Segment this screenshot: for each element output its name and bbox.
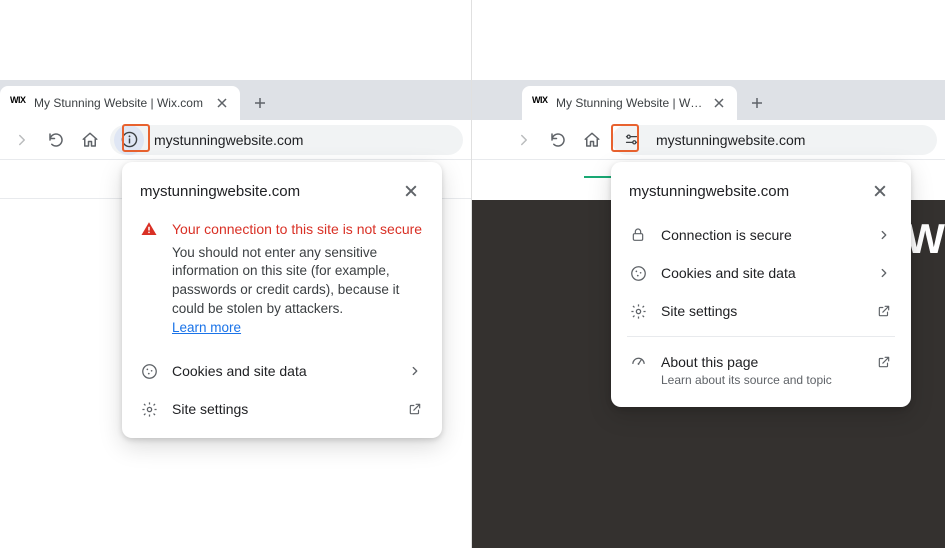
home-button[interactable] [578, 126, 606, 154]
security-warning: Your connection to this site is not secu… [122, 216, 442, 352]
about-label: About this page [661, 354, 861, 370]
open-external-icon [406, 402, 424, 416]
open-external-icon [875, 304, 893, 318]
tab-strip: WIX My Stunning Website | Wix.com [472, 80, 945, 120]
window-right: WIX My Stunning Website | Wix.com [472, 80, 945, 548]
wix-favicon-icon: WIX [532, 95, 548, 111]
gear-icon [629, 302, 647, 320]
learn-more-link[interactable]: Learn more [172, 320, 241, 335]
close-popup-button[interactable] [867, 178, 893, 204]
close-tab-button[interactable] [214, 95, 230, 111]
cookie-icon [140, 362, 158, 380]
wix-logo-fragment: W [905, 215, 945, 263]
site-info-button[interactable] [114, 125, 144, 155]
url-text: mystunningwebsite.com [656, 132, 805, 148]
tab-title: My Stunning Website | Wix.com [34, 96, 206, 110]
site-info-popup: mystunningwebsite.com Connection is secu… [611, 162, 911, 407]
warning-triangle-icon [140, 220, 158, 338]
site-settings-label: Site settings [661, 303, 861, 319]
forward-button[interactable] [510, 126, 538, 154]
close-popup-button[interactable] [398, 178, 424, 204]
cookies-row[interactable]: Cookies and site data [611, 254, 911, 292]
secure-label: Connection is secure [661, 227, 861, 243]
about-this-page-row[interactable]: About this page Learn about its source a… [611, 343, 911, 397]
tab-strip: WIX My Stunning Website | Wix.com [0, 80, 471, 120]
site-settings-label: Site settings [172, 401, 392, 417]
home-button[interactable] [76, 126, 104, 154]
tune-icon [623, 131, 640, 148]
reload-button[interactable] [42, 126, 70, 154]
new-tab-button[interactable] [743, 89, 771, 117]
new-tab-button[interactable] [246, 89, 274, 117]
toolbar: mystunningwebsite.com [0, 120, 471, 160]
cookie-icon [629, 264, 647, 282]
site-info-button[interactable] [616, 125, 646, 155]
speedometer-icon [629, 353, 647, 371]
url-text: mystunningwebsite.com [154, 132, 303, 148]
address-bar[interactable]: mystunningwebsite.com [612, 125, 937, 155]
chevron-right-icon [875, 266, 893, 280]
cookies-label: Cookies and site data [172, 363, 392, 379]
site-settings-row[interactable]: Site settings [122, 390, 442, 428]
popup-title: mystunningwebsite.com [629, 183, 789, 200]
site-settings-row[interactable]: Site settings [611, 292, 911, 330]
wix-favicon-icon: WIX [10, 95, 26, 111]
tab-title: My Stunning Website | Wix.com [556, 96, 703, 110]
connection-secure-row[interactable]: Connection is secure [611, 216, 911, 254]
gear-icon [140, 400, 158, 418]
chevron-right-icon [875, 228, 893, 242]
warning-title: Your connection to this site is not secu… [172, 220, 424, 240]
about-subtitle: Learn about its source and topic [661, 373, 893, 387]
reload-button[interactable] [544, 126, 572, 154]
cookies-label: Cookies and site data [661, 265, 861, 281]
browser-tab[interactable]: WIX My Stunning Website | Wix.com [522, 86, 737, 120]
info-icon [121, 131, 138, 148]
chevron-right-icon [406, 364, 424, 378]
toolbar: mystunningwebsite.com [472, 120, 945, 160]
warning-body: You should not enter any sensitive infor… [172, 244, 424, 338]
address-bar[interactable]: mystunningwebsite.com [110, 125, 463, 155]
window-left: WIX My Stunning Website | Wix.com [0, 80, 471, 548]
site-info-popup: mystunningwebsite.com Your connection to… [122, 162, 442, 438]
forward-button[interactable] [8, 126, 36, 154]
cookies-row[interactable]: Cookies and site data [122, 352, 442, 390]
open-external-icon [875, 355, 893, 369]
browser-tab[interactable]: WIX My Stunning Website | Wix.com [0, 86, 240, 120]
lock-icon [629, 226, 647, 244]
close-tab-button[interactable] [711, 95, 727, 111]
popup-title: mystunningwebsite.com [140, 183, 300, 200]
